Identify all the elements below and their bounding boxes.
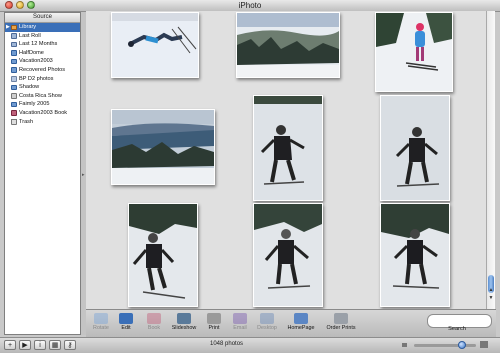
photo-skier-black-jacket-1[interactable]: [253, 95, 323, 201]
slideshow-icon: [11, 93, 17, 99]
scroll-up-icon[interactable]: ▲: [488, 287, 494, 293]
vertical-scrollbar[interactable]: ▲ ▼: [486, 11, 495, 309]
photo-grid[interactable]: [86, 11, 486, 309]
tool-label: Print: [208, 325, 220, 331]
play-icon[interactable]: ▶: [19, 340, 31, 350]
order-prints-button[interactable]: Order Prints: [321, 312, 361, 336]
status-bar: + ▶ i ▦ ⚷ 1048 photos: [0, 337, 500, 353]
small-photo-icon: [402, 343, 407, 347]
album-icon: [11, 84, 17, 91]
trash-icon: [11, 119, 17, 125]
smart-album-icon: [11, 76, 17, 82]
source-item-label: Library: [19, 24, 37, 30]
photo-snowy-forest-valley[interactable]: [236, 12, 340, 78]
desktop-button[interactable]: Desktop: [254, 312, 280, 336]
source-item-shadow[interactable]: Shadow: [5, 83, 80, 92]
tool-label: Order Prints: [326, 325, 356, 331]
disclosure-triangle-icon[interactable]: ▶: [6, 23, 10, 32]
order-prints-icon: [334, 313, 348, 324]
tool-label: HomePage: [287, 325, 315, 331]
divider-grip-icon[interactable]: ▸: [82, 172, 85, 178]
source-item-bp-d2-photos[interactable]: BP D2 photos: [5, 75, 80, 84]
source-item-label: Recovered Photos: [19, 66, 66, 73]
slideshow-icon: [177, 313, 191, 324]
edit-icon: [119, 313, 133, 324]
rotate-icon: [94, 313, 108, 324]
album-icon: [11, 101, 17, 108]
source-item-last-roll[interactable]: Last Roll: [5, 32, 80, 41]
source-item-last-12-months[interactable]: Last 12 Months: [5, 40, 80, 49]
photo-child-skier-blue-jacket[interactable]: [375, 12, 453, 92]
album-icon: [11, 50, 17, 56]
album-icon: [11, 67, 17, 73]
source-item-vacation2003[interactable]: Vacation2003: [5, 57, 80, 66]
photo-skier-lying-in-snow[interactable]: [111, 12, 199, 78]
library-icon: [11, 24, 17, 30]
add-icon[interactable]: +: [4, 340, 16, 350]
size-slider-knob[interactable]: [458, 341, 467, 349]
tool-label: Edit: [121, 325, 131, 331]
source-item-label: Faimly 2005: [19, 101, 50, 108]
source-item-trash[interactable]: Trash: [5, 118, 80, 127]
tool-label: Book: [147, 325, 161, 331]
source-header: Source: [5, 13, 80, 23]
print-button[interactable]: Print: [203, 312, 225, 336]
tool-label: Rotate: [93, 325, 109, 331]
keywords-icon[interactable]: ⚷: [64, 340, 76, 350]
homepage-icon: [294, 313, 308, 324]
calendar-icon[interactable]: ▦: [49, 340, 61, 350]
source-item-label: Last 12 Months: [19, 41, 58, 48]
homepage-button[interactable]: HomePage: [284, 312, 318, 336]
source-item-vacation2003-book[interactable]: Vacation2003 Book: [5, 109, 80, 118]
source-item-label: Vacation2003 Book: [19, 109, 68, 116]
scroll-down-icon[interactable]: ▼: [488, 295, 494, 301]
info-icon[interactable]: i: [34, 340, 46, 350]
photo-skier-trees-1[interactable]: [128, 203, 198, 307]
slideshow-button[interactable]: Slideshow: [168, 312, 200, 336]
tool-label: Slideshow: [171, 325, 197, 331]
photo-skier-trees-2[interactable]: [253, 203, 323, 307]
source-item-halfdome[interactable]: HalfDome: [5, 49, 80, 58]
source-item-label: HalfDome: [19, 49, 44, 56]
book-icon: [11, 110, 17, 116]
book-icon: [147, 313, 161, 324]
source-item-recovered-photos[interactable]: Recovered Photos: [5, 66, 80, 75]
photo-mountain-lake-panorama[interactable]: [111, 109, 215, 185]
calendar-icon: [11, 41, 17, 48]
iphoto-window: iPhoto Source ▶ Library Last Roll Last 12 M…: [0, 0, 500, 353]
source-list[interactable]: Source ▶ Library Last Roll Last 12 Months Ha…: [4, 12, 81, 335]
book-button[interactable]: Book: [143, 312, 165, 336]
source-item-label: Shadow: [19, 84, 40, 91]
source-item-label: BP D2 photos: [19, 75, 54, 82]
last-roll-icon: [11, 33, 17, 39]
album-icon: [11, 58, 17, 65]
email-icon: [233, 313, 247, 324]
email-button[interactable]: Email: [229, 312, 251, 336]
tool-label: Desktop: [257, 325, 277, 331]
source-item-label: Vacation2003: [19, 58, 53, 65]
window-title: iPhoto: [238, 1, 262, 10]
source-item-faimly-2005[interactable]: Faimly 2005: [5, 100, 80, 109]
size-slider[interactable]: [414, 344, 476, 347]
source-item-label: Trash: [19, 118, 34, 125]
desktop-icon: [260, 313, 274, 324]
source-item-library[interactable]: ▶ Library: [5, 23, 80, 32]
tool-bar: Rotate Edit Book Slideshow Print Email Desktop…: [86, 309, 496, 338]
source-item-label: Costa Rica Show: [19, 92, 62, 99]
photo-count: 1048 photos: [210, 341, 244, 347]
source-item-costa-rica-show[interactable]: Costa Rica Show: [5, 92, 80, 101]
print-icon: [207, 313, 221, 324]
large-photo-icon: [480, 341, 488, 348]
rotate-button[interactable]: Rotate: [90, 312, 112, 336]
search-label: Search: [448, 326, 466, 332]
photo-skier-black-jacket-2[interactable]: [380, 95, 450, 201]
source-item-label: Last Roll: [19, 32, 41, 39]
tool-label: Email: [233, 325, 247, 331]
edit-button[interactable]: Edit: [115, 312, 137, 336]
photo-skier-trees-3[interactable]: [380, 203, 450, 307]
